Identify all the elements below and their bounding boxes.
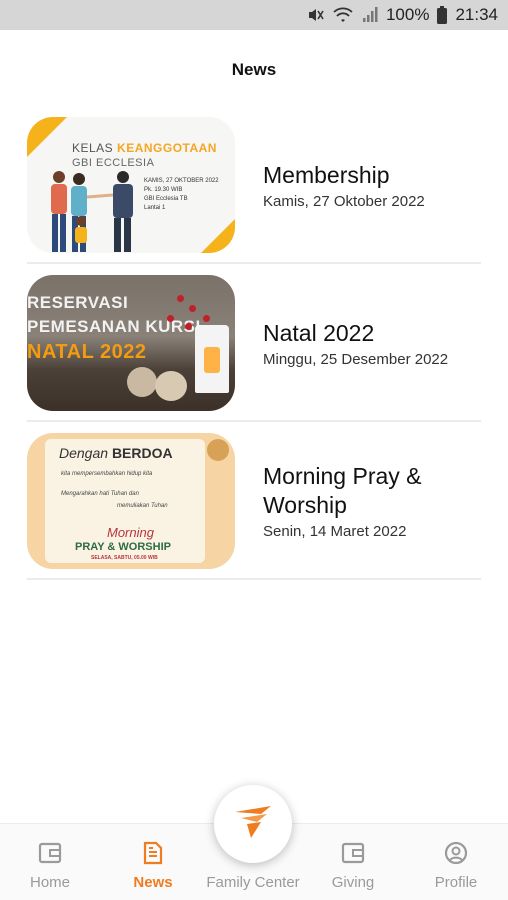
pinecone-image — [155, 371, 187, 401]
news-title: Morning Pray & Worship — [263, 463, 422, 518]
nav-label: News — [133, 874, 173, 891]
nav-label: Giving — [331, 874, 375, 891]
thumb-text: memuliakan Tuhan — [117, 503, 168, 509]
news-thumbnail: RESERVASI PEMESANAN KURSI NATAL 2022 — [27, 275, 235, 411]
mute-icon — [306, 6, 324, 24]
berry-decor — [167, 315, 174, 322]
news-text: Morning Pray & Worship Senin, 14 Maret 2… — [263, 462, 481, 540]
family-center-button[interactable] — [214, 785, 292, 863]
thumb-heading: PRAY & WORSHIP — [75, 541, 171, 553]
thumb-heading: RESERVASI — [27, 293, 129, 312]
user-circle-icon — [443, 840, 469, 866]
berry-decor — [189, 305, 196, 312]
news-title: Membership — [263, 161, 390, 188]
nav-home[interactable]: Home — [0, 824, 100, 900]
berry-decor — [203, 315, 210, 322]
thumb-info: KAMIS, 27 OKTOBER 2022 Pk. 19.30 WIB GBI… — [144, 178, 219, 211]
wallet-icon — [340, 840, 366, 866]
thumb-heading: PEMESANAN KURSI — [27, 317, 201, 336]
thumb-subheading: GBI ECCLESIA — [72, 157, 155, 169]
decor-triangle — [27, 117, 67, 157]
news-item-membership[interactable]: KELAS KEANGGOTAAN GBI ECCLESIA KAMIS, 27… — [27, 106, 481, 264]
page-title: News — [231, 60, 277, 79]
news-thumbnail: Dengan BERDOA kita mempersembahkan hidup… — [27, 433, 235, 569]
thumb-text: kita mempersembahkan hidup kita — [61, 471, 153, 477]
thumb-heading: Dengan BERDOA — [59, 445, 173, 461]
news-item-natal[interactable]: RESERVASI PEMESANAN KURSI NATAL 2022 Nat… — [27, 264, 481, 422]
nav-giving[interactable]: Giving — [303, 824, 403, 900]
thumb-text: Mengarahkan hati Tuhan dan — [61, 491, 139, 497]
thumb-text: SELASA, SABTU, 05.00 WIB — [91, 555, 158, 561]
news-date: Kamis, 27 Oktober 2022 — [263, 192, 425, 210]
clock: 21:34 — [455, 5, 498, 24]
news-title: Natal 2022 — [263, 319, 375, 346]
news-item-morning-pray[interactable]: Dengan BERDOA kita mempersembahkan hidup… — [27, 422, 481, 580]
nav-label: Home — [29, 874, 70, 891]
thumb-heading: KELAS KEANGGOTAAN — [72, 141, 217, 155]
nav-label: Family Center — [206, 874, 300, 891]
news-date: Minggu, 25 Desember 2022 — [263, 350, 449, 368]
people-illustration — [51, 171, 133, 252]
family-center-logo-icon — [231, 802, 275, 847]
lantern-image — [195, 325, 229, 393]
status-bar: 100% 21:34 — [0, 0, 508, 30]
news-date: Senin, 14 Maret 2022 — [263, 523, 407, 540]
news-thumbnail: KELAS KEANGGOTAAN GBI ECCLESIA KAMIS, 27… — [27, 117, 235, 253]
wallet-icon — [37, 840, 63, 866]
thumb-script: Morning — [107, 525, 154, 540]
document-icon — [140, 840, 166, 866]
news-list: KELAS KEANGGOTAAN GBI ECCLESIA KAMIS, 27… — [27, 106, 481, 580]
nav-profile[interactable]: Profile — [406, 824, 506, 900]
signal-icon — [362, 6, 378, 24]
pinecone-image — [127, 367, 157, 397]
berry-decor — [177, 295, 184, 302]
news-text: Natal 2022 Minggu, 25 Desember 2022 — [263, 319, 448, 368]
decor-triangle — [201, 219, 235, 253]
nav-news[interactable]: News — [103, 824, 203, 900]
thumb-heading: NATAL 2022 — [27, 341, 147, 363]
battery-icon — [437, 6, 448, 24]
flower-decor — [207, 439, 229, 461]
nav-label: Profile — [434, 874, 478, 891]
wifi-icon — [332, 6, 354, 24]
berry-decor — [185, 323, 192, 330]
news-text: Membership Kamis, 27 Oktober 2022 — [263, 161, 425, 210]
battery-percent: 100% — [385, 5, 430, 24]
